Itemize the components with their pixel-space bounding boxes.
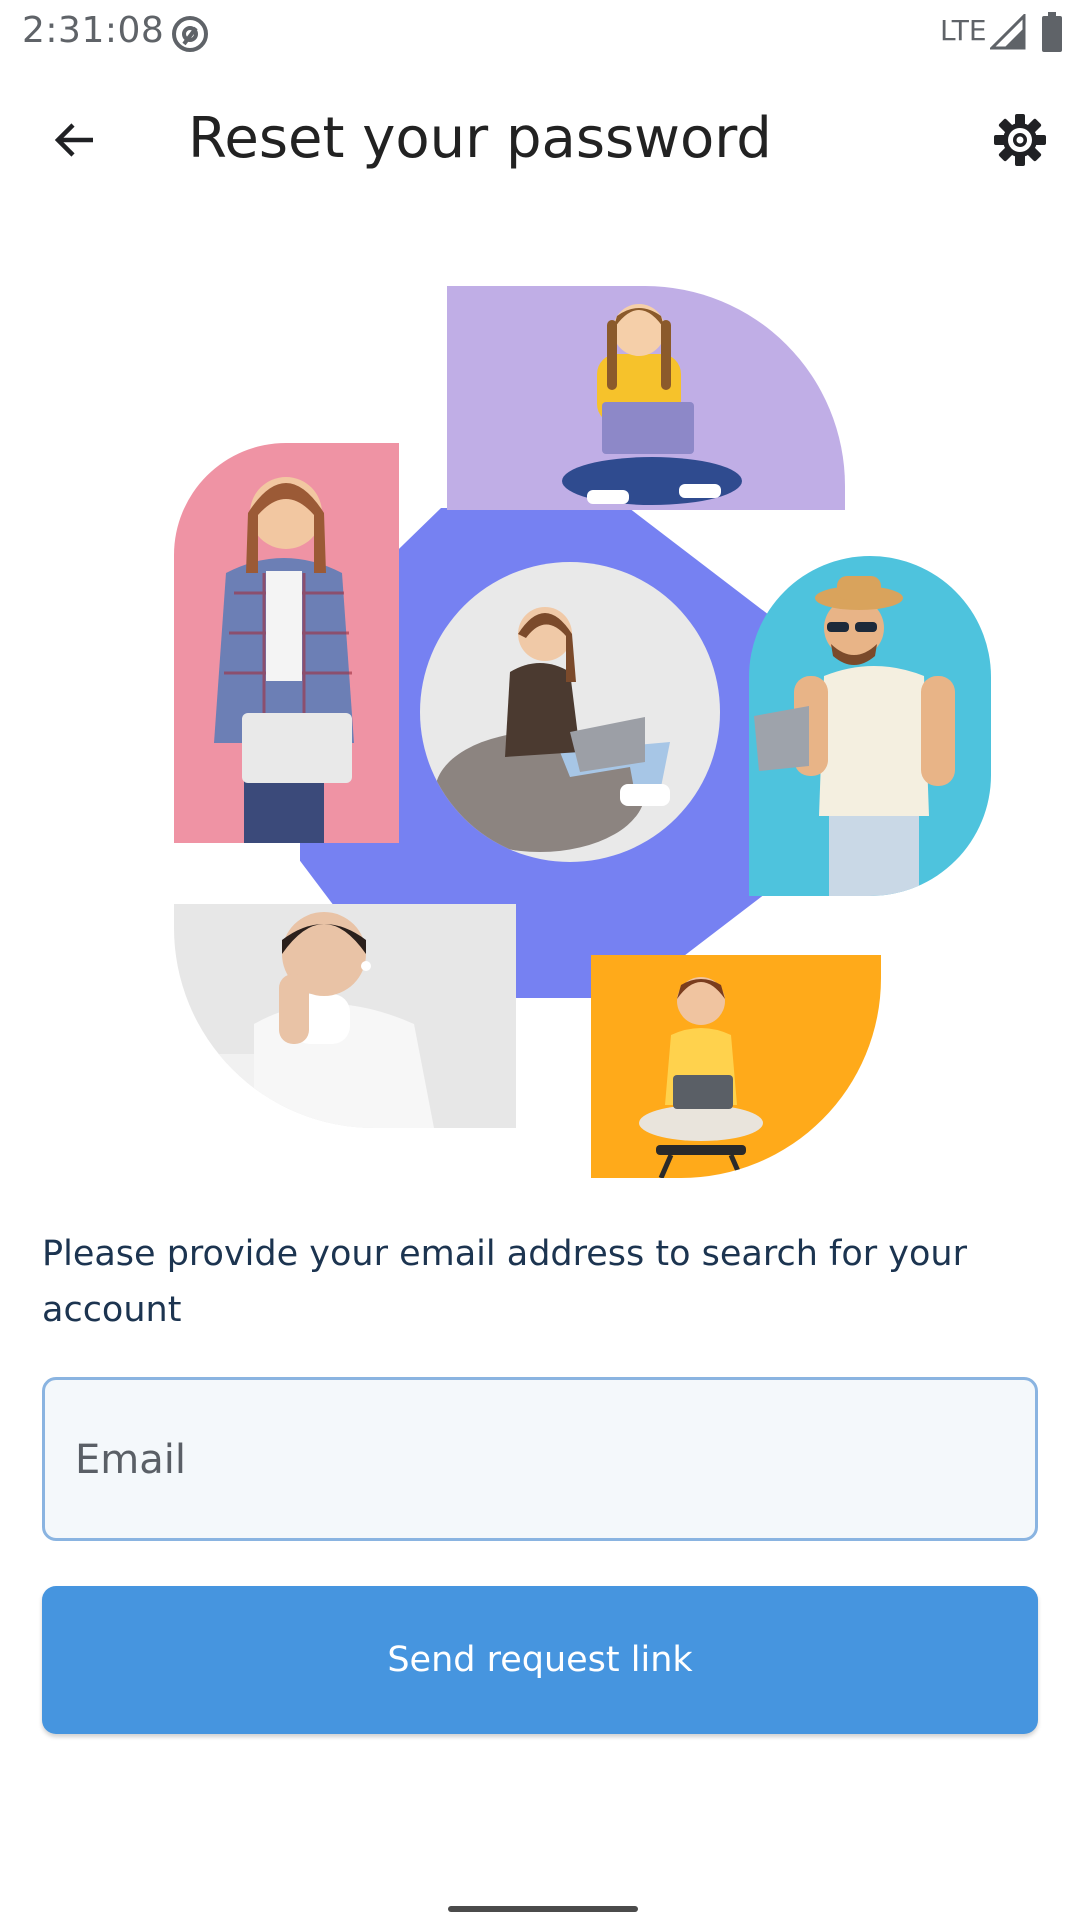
- gesture-navigation-handle[interactable]: [448, 1906, 638, 1912]
- people-collage-illustration: [0, 260, 1080, 1190]
- settings-button[interactable]: [980, 100, 1060, 180]
- girl-with-laptop-photo: [447, 286, 845, 510]
- girl-on-beanbag-photo: [420, 562, 720, 862]
- instruction-text: Please provide your email address to sea…: [42, 1234, 967, 1330]
- email-input[interactable]: [73, 1380, 997, 1540]
- boy-with-tablet-photo: [591, 955, 881, 1178]
- back-button[interactable]: [30, 100, 120, 180]
- battery-icon: [1042, 12, 1062, 52]
- reset-password-screen: 2:31:08 LTE Reset your password Please p…: [0, 0, 1080, 1920]
- woman-holding-laptop-photo: [174, 443, 399, 843]
- top-app-bar: Reset your password: [0, 80, 1080, 200]
- send-request-link-button[interactable]: Send request link: [42, 1586, 1038, 1734]
- email-field[interactable]: [42, 1377, 1038, 1541]
- page-title: Reset your password: [188, 106, 772, 171]
- status-time: 2:31:08: [22, 10, 165, 51]
- signal-icon: [990, 14, 1026, 50]
- status-bar: 2:31:08 LTE: [0, 0, 1080, 64]
- at-sign-icon: [172, 16, 208, 52]
- woman-with-earbuds-photo: [174, 904, 516, 1128]
- man-with-laptop-photo: [749, 556, 991, 896]
- gear-icon: [994, 114, 1046, 166]
- send-button-label: Send request link: [387, 1640, 693, 1680]
- arrow-left-icon: [54, 123, 93, 157]
- network-type-label: LTE: [940, 14, 987, 47]
